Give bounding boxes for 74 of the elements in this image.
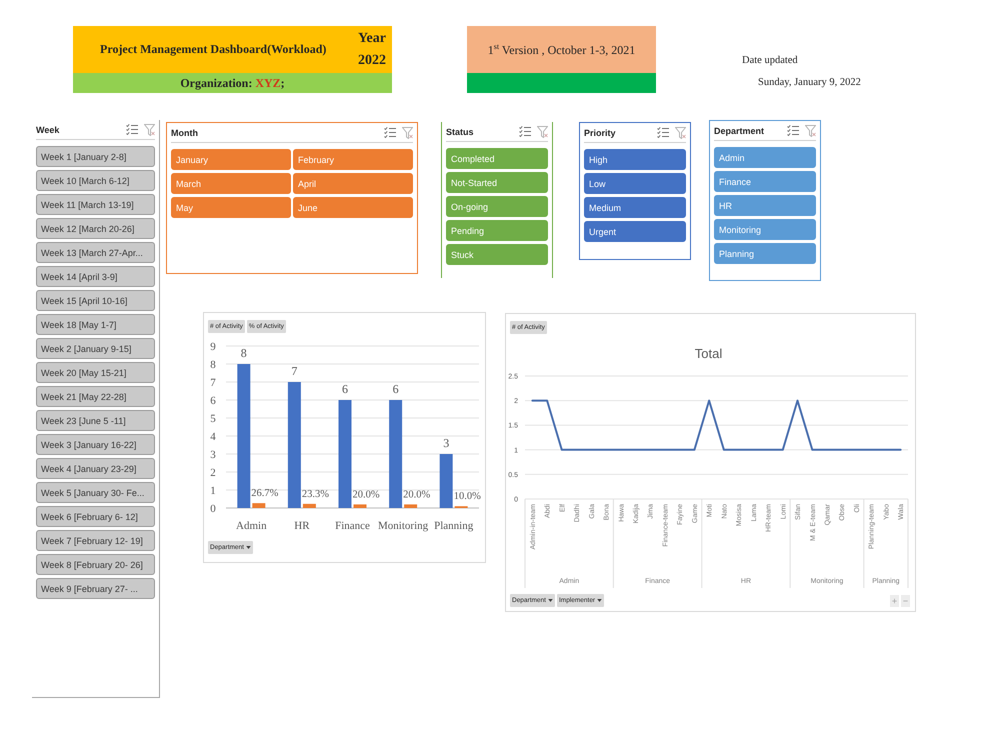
slicer-item[interactable]: Week 11 [March 13-19] xyxy=(36,194,155,215)
slicer-title: Priority xyxy=(584,128,616,138)
date-updated-value: Sunday, January 9, 2022 xyxy=(758,77,861,88)
slicer-item[interactable]: Week 13 [March 27-Apr... xyxy=(36,242,155,263)
slicer-title: Month xyxy=(171,128,198,138)
bar xyxy=(302,504,316,508)
axis-category-label: Monitoring xyxy=(378,520,428,532)
chart-title: Total xyxy=(694,346,722,361)
caret-icon xyxy=(548,599,553,602)
data-label: 6 xyxy=(342,382,348,396)
slicer-item[interactable]: Week 20 [May 15-21] xyxy=(36,362,155,383)
axis-tick-label: 1 xyxy=(210,485,216,497)
bar xyxy=(252,503,266,508)
data-label: 3 xyxy=(443,436,450,450)
slicer-title: Week xyxy=(36,124,60,134)
caret-icon xyxy=(597,599,602,602)
data-label: 26.7% xyxy=(251,488,278,500)
caret-icon xyxy=(246,546,251,549)
multi-select-icon[interactable] xyxy=(519,126,531,137)
date-updated-label: Date updated xyxy=(742,55,799,66)
slicer-item[interactable]: Week 10 [March 6-12] xyxy=(36,170,155,191)
multi-select-icon[interactable] xyxy=(657,127,669,138)
slicer-item[interactable]: High xyxy=(584,149,686,170)
dashboard-title: Project Management Dashboard(Workload) xyxy=(100,42,326,57)
data-label: 20.0% xyxy=(352,489,380,500)
slicer-title: Department xyxy=(714,126,764,136)
slicer-item[interactable]: Week 18 [May 1-7] xyxy=(36,314,155,335)
slicer-item[interactable]: Week 15 [April 10-16] xyxy=(36,290,155,311)
slicer-item[interactable]: Week 8 [February 20- 26] xyxy=(36,554,155,575)
bar xyxy=(354,504,366,508)
slicer-item[interactable]: Low xyxy=(584,173,686,194)
data-label: 8 xyxy=(240,346,247,360)
data-label: 23.3% xyxy=(302,488,330,500)
axis-tick-label: 9 xyxy=(210,341,216,353)
data-label: 20.0% xyxy=(403,489,430,500)
axis-category-label: HR xyxy=(294,520,310,532)
data-label: 6 xyxy=(392,382,399,396)
organization-bar: Organization: XYZ; xyxy=(73,73,392,93)
slicer-item[interactable]: Week 23 [June 5 -11] xyxy=(36,410,155,431)
bar xyxy=(440,454,453,508)
bar xyxy=(404,504,418,508)
axis-category-label: Finance xyxy=(335,520,370,532)
version-text: 1$^{st}$ Version , October 1-3, 2021 xyxy=(488,42,636,58)
slicer-item[interactable]: Week 9 [February 27- ... xyxy=(36,578,155,599)
data-label: 10.0% xyxy=(454,491,481,502)
multi-select-icon[interactable] xyxy=(787,125,799,136)
axis-tick-label: 6 xyxy=(210,395,216,407)
slicer-item[interactable]: Week 3 [January 16-22] xyxy=(36,434,155,455)
axis-tick-label: 8 xyxy=(210,359,216,371)
year-value: 2022 xyxy=(358,52,386,70)
multi-select-icon[interactable] xyxy=(126,124,138,135)
axis-tick-label: 0 xyxy=(210,503,216,515)
axis-category-label: Planning xyxy=(434,520,474,532)
data-label: 7 xyxy=(291,364,298,378)
slicer-item[interactable]: Week 2 [January 9-15] xyxy=(36,338,155,359)
axis-tick-label: 5 xyxy=(210,413,216,425)
axis-category-label: Admin xyxy=(236,520,267,532)
slicer-item[interactable]: Week 21 [May 22-28] xyxy=(36,386,155,407)
slicer-item[interactable]: Week 4 [January 23-29] xyxy=(36,458,155,479)
slicer-title: Status xyxy=(446,126,474,136)
slicer-item[interactable]: Medium xyxy=(584,197,686,218)
axis-tick-label: 2 xyxy=(210,467,216,479)
slicer-item[interactable]: Week 1 [January 2-8] xyxy=(36,146,155,167)
slicer-item[interactable]: Week 5 [January 30- Fe... xyxy=(36,482,155,503)
axis-tick-label: 4 xyxy=(210,431,216,443)
slicer-item[interactable]: Week 7 [February 12- 19] xyxy=(36,530,155,551)
slicer-item[interactable]: Week 12 [March 20-26] xyxy=(36,218,155,239)
slicer-item[interactable]: Week 14 [April 3-9] xyxy=(36,266,155,287)
multi-select-icon[interactable] xyxy=(384,127,396,138)
year-label: Year xyxy=(358,30,386,48)
axis-tick-label: 7 xyxy=(210,377,216,389)
slicer-item[interactable]: Week 6 [February 6- 12] xyxy=(36,506,155,527)
axis-tick-label: 3 xyxy=(210,449,216,461)
slicer-item[interactable]: Urgent xyxy=(584,221,686,242)
